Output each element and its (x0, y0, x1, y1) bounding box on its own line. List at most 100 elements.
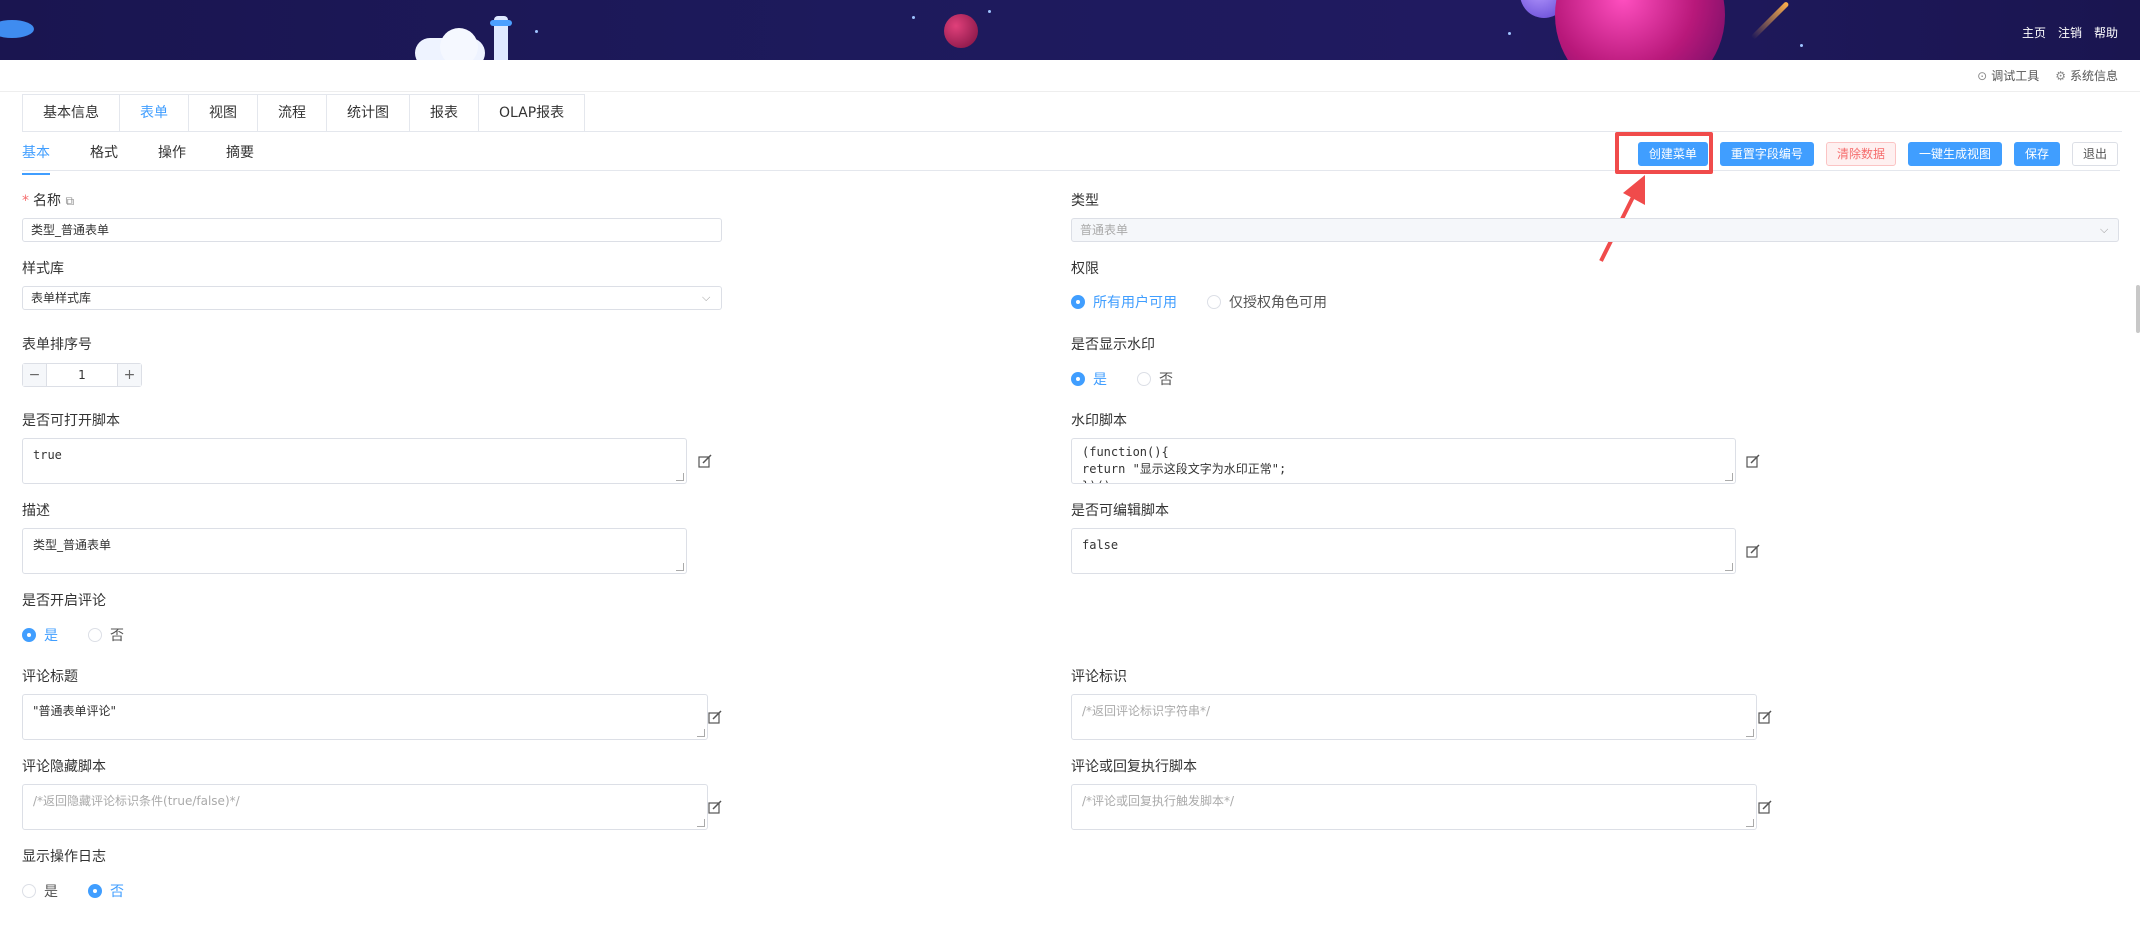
main-tabs: 基本信息 表单 视图 流程 统计图 报表 OLAP报表 (22, 94, 586, 132)
comment-hide-textarea[interactable]: /*返回隐藏评论标识条件(true/false)*/ (22, 784, 708, 830)
type-label: 类型 (1071, 193, 1099, 209)
tab-view[interactable]: 视图 (189, 95, 258, 132)
resize-handle[interactable] (1746, 729, 1754, 737)
radio-label: 是 (44, 628, 58, 644)
resize-handle[interactable] (1725, 473, 1733, 481)
comment-title-textarea[interactable]: "普通表单评论" (22, 694, 708, 740)
save-button[interactable]: 保存 (2013, 142, 2060, 166)
radio-label: 否 (1159, 372, 1173, 388)
subtab-operation[interactable]: 操作 (158, 138, 186, 166)
name-input[interactable]: 类型_普通表单 (22, 218, 722, 242)
clear-data-button[interactable]: 清除数据 (1825, 142, 1896, 166)
show-log-label: 显示操作日志 (22, 849, 106, 865)
nav-help-link[interactable]: 帮助 (2094, 24, 2118, 41)
nav-home-link[interactable]: 主页 (2022, 24, 2046, 41)
desc-label: 描述 (22, 503, 50, 519)
edit-icon[interactable] (1746, 454, 1760, 468)
comment-id-textarea[interactable]: /*返回评论标识字符串*/ (1071, 694, 1757, 740)
tab-chart[interactable]: 统计图 (327, 95, 410, 132)
stepper-minus-button[interactable]: − (23, 364, 47, 386)
permission-all-radio[interactable]: 所有用户可用 (1071, 292, 1177, 312)
stepper-plus-button[interactable]: + (117, 364, 141, 386)
required-mark: * (22, 193, 29, 209)
resize-handle[interactable] (676, 563, 684, 571)
tab-basic-info[interactable]: 基本信息 (23, 95, 120, 132)
edit-icon[interactable] (1758, 800, 1772, 814)
stepper-value[interactable]: 1 (47, 364, 117, 386)
watermark-no-radio[interactable]: 否 (1137, 369, 1173, 389)
comment-no-radio[interactable]: 否 (88, 625, 124, 645)
permission-role-radio[interactable]: 仅授权角色可用 (1207, 292, 1327, 312)
tab-report[interactable]: 报表 (410, 95, 479, 132)
cloud-decoration (440, 28, 478, 60)
edit-icon[interactable] (698, 454, 712, 468)
resize-handle[interactable] (676, 473, 684, 481)
sort-stepper: − 1 + (22, 363, 142, 387)
editable-script-label: 是否可编辑脚本 (1071, 503, 1169, 519)
edit-icon[interactable] (708, 800, 722, 814)
star-decoration (1800, 44, 1803, 47)
editable-script-textarea[interactable]: false (1071, 528, 1736, 574)
type-select[interactable]: 普通表单 (1071, 218, 2119, 242)
subtab-format[interactable]: 格式 (90, 138, 118, 166)
textarea-placeholder: /*返回评论标识字符串*/ (1082, 704, 1211, 718)
style-select[interactable]: 表单样式库 (22, 286, 722, 310)
radio-dot (88, 628, 102, 642)
resize-handle[interactable] (697, 819, 705, 827)
action-toolbar: 创建菜单 重置字段编号 清除数据 一键生成视图 保存 退出 (1637, 142, 2118, 166)
desc-textarea[interactable]: 类型_普通表单 (22, 528, 687, 574)
style-label: 样式库 (22, 261, 64, 277)
system-info-label: 系统信息 (2069, 69, 2118, 83)
watermark-yes-radio[interactable]: 是 (1071, 369, 1107, 389)
edit-icon[interactable] (1758, 710, 1772, 724)
permission-label: 权限 (1071, 261, 1099, 277)
subtab-basic[interactable]: 基本 (22, 138, 50, 175)
log-no-radio[interactable]: 否 (88, 881, 124, 901)
tab-olap-report[interactable]: OLAP报表 (479, 95, 585, 132)
resize-handle[interactable] (1746, 819, 1754, 827)
radio-label: 是 (44, 884, 58, 900)
exit-button[interactable]: 退出 (2071, 142, 2118, 166)
radio-dot (22, 884, 36, 898)
comment-exec-label: 评论或回复执行脚本 (1071, 759, 1197, 775)
radio-dot (1207, 295, 1221, 309)
watermark-script-textarea[interactable]: (function(){ return "显示这段文字为水印正常"; })(); (1071, 438, 1736, 484)
comment-enable-label: 是否开启评论 (22, 593, 106, 609)
sub-tabs: 基本 格式 操作 摘要 (22, 138, 294, 175)
system-info-button[interactable]: ⚙ 系统信息 (2055, 67, 2118, 84)
textarea-text: (function(){ return "显示这段文字为水印正常"; })(); (1082, 445, 1287, 483)
open-script-textarea[interactable]: true (22, 438, 687, 484)
debug-tool-button[interactable]: ⊙ 调试工具 (1977, 67, 2039, 84)
planet-decoration (1555, 0, 1725, 60)
edit-icon[interactable] (1746, 544, 1760, 558)
copy-icon[interactable]: ⧉ (65, 194, 74, 208)
comment-exec-textarea[interactable]: /*评论或回复执行触发脚本*/ (1071, 784, 1757, 830)
comment-enable-radio-group: 是 否 (22, 625, 124, 645)
logo-icon (0, 20, 34, 38)
resize-handle[interactable] (1725, 563, 1733, 571)
planet-decoration (944, 14, 978, 48)
textarea-text: "普通表单评论" (33, 704, 117, 718)
nav-logout-link[interactable]: 注销 (2058, 24, 2082, 41)
edit-icon[interactable] (708, 710, 722, 724)
radio-label: 否 (110, 628, 124, 644)
reset-field-number-button[interactable]: 重置字段编号 (1719, 142, 1814, 166)
textarea-text: 类型_普通表单 (33, 538, 112, 552)
tab-flow[interactable]: 流程 (258, 95, 327, 132)
comment-yes-radio[interactable]: 是 (22, 625, 58, 645)
tab-form[interactable]: 表单 (120, 95, 189, 132)
log-yes-radio[interactable]: 是 (22, 881, 58, 901)
star-decoration (912, 16, 915, 19)
sub-header: ⊙ 调试工具 ⚙ 系统信息 (0, 60, 2140, 92)
subtab-summary[interactable]: 摘要 (226, 138, 254, 166)
page-scrollbar[interactable] (2136, 285, 2140, 333)
permission-radio-group: 所有用户可用 仅授权角色可用 (1071, 292, 1327, 312)
radio-label: 所有用户可用 (1093, 295, 1177, 311)
generate-view-button[interactable]: 一键生成视图 (1907, 142, 2002, 166)
star-decoration (535, 30, 538, 33)
watermark-label: 是否显示水印 (1071, 337, 1155, 353)
open-script-label: 是否可打开脚本 (22, 413, 120, 429)
bug-icon: ⊙ (1977, 68, 1988, 83)
resize-handle[interactable] (697, 729, 705, 737)
create-menu-button[interactable]: 创建菜单 (1637, 142, 1708, 166)
